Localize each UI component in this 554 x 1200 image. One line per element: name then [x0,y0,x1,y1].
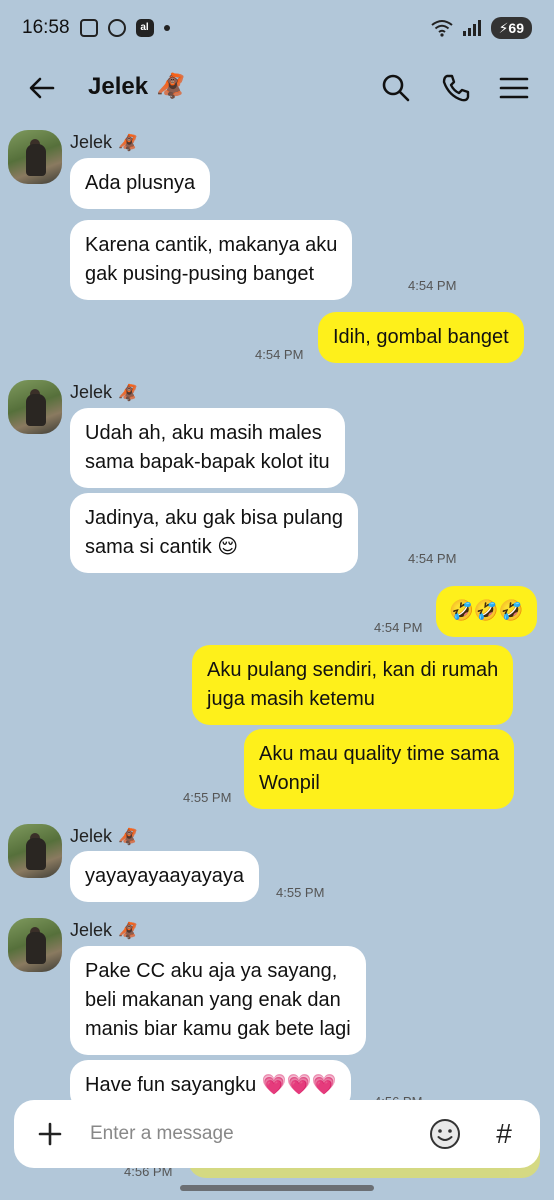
plus-icon[interactable] [36,1120,64,1148]
message-time: 4:55 PM [276,885,325,900]
ai-icon: al [135,19,154,37]
screenshot-icon [79,19,98,37]
battery-indicator: ⚡ 69 [490,17,532,39]
message-bubble[interactable]: Karena cantik, makanya aku gak pusing-pu… [70,220,353,300]
hashtag-button[interactable]: # [484,1114,524,1154]
status-bar: 16:58 al ⚡ 69 [0,0,554,56]
contact-avatar[interactable] [8,380,62,434]
wifi-icon [430,20,453,37]
message-time: 4:54 PM [255,347,304,362]
message-time: 4:54 PM [408,551,457,566]
search-icon[interactable] [378,70,414,106]
chat-title[interactable]: Jelek 🦧 [88,72,186,101]
sender-name: Jelek 🦧 [70,382,138,402]
orangutan-icon: 🦧 [118,134,138,152]
message-bubble[interactable]: yayayayaayayaya [70,851,259,902]
message-bubble[interactable]: Udah ah, aku masih males sama bapak-bapa… [70,408,345,488]
emoji-icon[interactable] [428,1117,462,1151]
message-bubble[interactable]: Aku mau quality time sama Wonpil [244,729,515,809]
whatsapp-icon [107,19,126,37]
orangutan-icon: 🦧 [156,73,186,100]
message-input-bar: # [14,1100,540,1168]
message-bubble[interactable]: Aku pulang sendiri, kan di rumah juga ma… [192,645,514,725]
sender-name: Jelek 🦧 [70,920,138,940]
orangutan-icon: 🦧 [118,922,138,940]
sender-name: Jelek 🦧 [70,826,138,846]
home-indicator[interactable] [180,1185,374,1191]
contact-name: Jelek [88,72,149,100]
menu-icon[interactable] [496,70,532,106]
chat-header: Jelek 🦧 [0,58,554,118]
message-bubble[interactable]: Idih, gombal banget [318,312,524,363]
message-bubble[interactable]: Pake CC aku aja ya sayang, beli makanan … [70,946,366,1055]
message-time: 4:54 PM [408,278,457,293]
contact-avatar[interactable] [8,824,62,878]
message-bubble[interactable]: 🤣🤣🤣 [436,586,537,637]
orangutan-icon: 🦧 [118,828,138,846]
orangutan-icon: 🦧 [118,384,138,402]
status-time: 16:58 [22,17,70,38]
message-bubble[interactable]: Jadinya, aku gak bisa pulang sama si can… [70,493,358,573]
back-arrow-icon[interactable] [26,72,58,104]
contact-avatar[interactable] [8,918,62,972]
dot-icon [163,25,170,31]
sender-name: Jelek 🦧 [70,132,138,152]
battery-level: 69 [508,20,524,36]
contact-avatar[interactable] [8,130,62,184]
message-input[interactable] [90,1118,420,1150]
signal-icon [462,20,481,36]
message-bubble[interactable]: Ada plusnya [70,158,211,209]
message-time: 4:54 PM [374,620,423,635]
message-time: 4:55 PM [183,790,232,805]
phone-icon[interactable] [438,70,474,106]
